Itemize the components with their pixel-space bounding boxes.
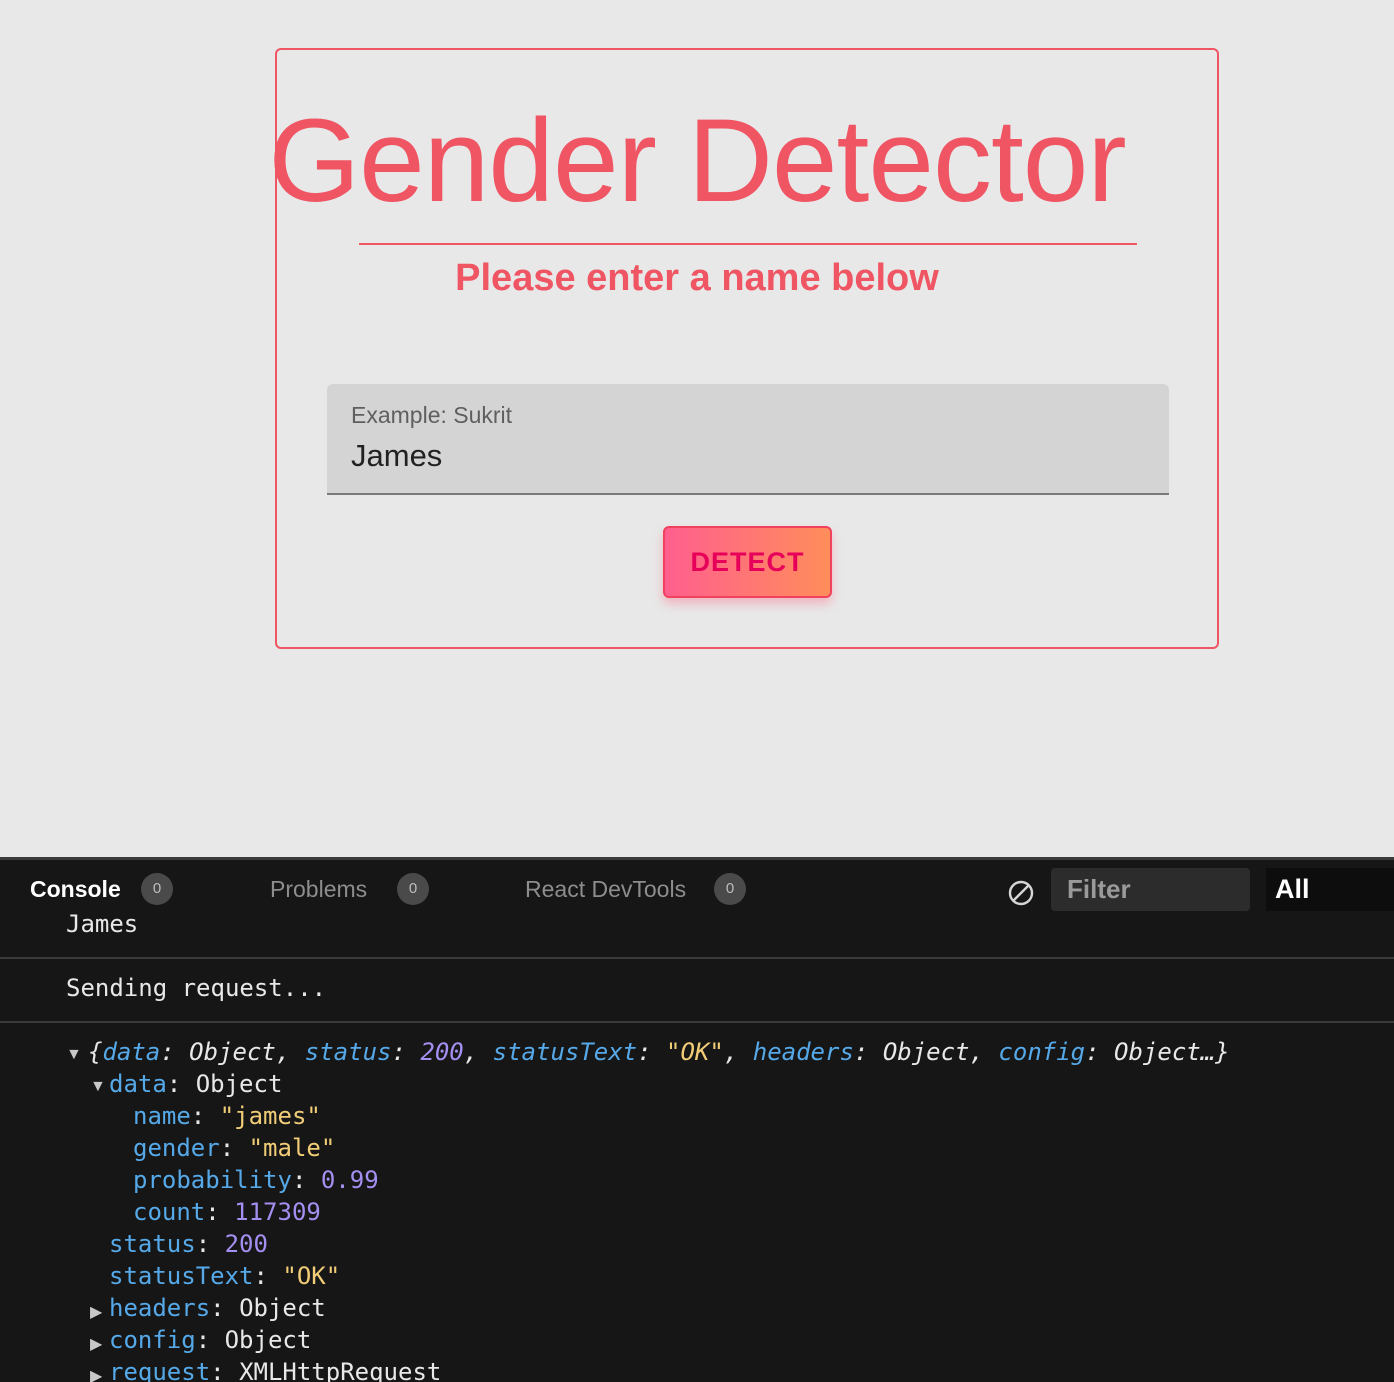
expand-caret-icon[interactable]: ▼ bbox=[90, 1078, 106, 1096]
console-log-line: Sending request... bbox=[66, 974, 327, 1002]
devtools-tabbar: Console 0 Problems 0 React DevTools 0 Al… bbox=[0, 860, 1394, 920]
log-divider bbox=[0, 1021, 1394, 1023]
tree-prop-statustext: statusText: "OK" bbox=[109, 1262, 341, 1290]
name-input[interactable] bbox=[349, 436, 1143, 476]
tree-prop-probability: probability: 0.99 bbox=[133, 1166, 379, 1194]
name-field[interactable]: Example: Sukrit bbox=[327, 384, 1169, 495]
tree-node-config[interactable]: config: Object bbox=[109, 1324, 311, 1356]
problems-count-badge: 0 bbox=[397, 873, 429, 905]
page-subtitle: Please enter a name below bbox=[455, 257, 939, 299]
page-title: Gender Detector bbox=[268, 95, 1126, 227]
tree-prop-name: name: "james" bbox=[133, 1102, 321, 1130]
clear-console-icon[interactable] bbox=[1006, 878, 1036, 908]
console-count-badge: 0 bbox=[141, 873, 173, 905]
tree-prop-status: status: 200 bbox=[109, 1230, 268, 1258]
title-underline bbox=[359, 243, 1137, 245]
tree-prop-gender: gender: "male" bbox=[133, 1134, 336, 1162]
collapse-caret-icon[interactable]: ▶ bbox=[90, 1366, 102, 1382]
log-divider bbox=[0, 957, 1394, 959]
console-log-line: James bbox=[66, 910, 139, 938]
tree-node-data[interactable]: data: Object bbox=[109, 1068, 282, 1100]
tab-console[interactable]: Console bbox=[30, 876, 121, 903]
tree-node-request[interactable]: request: XMLHttpRequest bbox=[109, 1356, 441, 1382]
collapse-caret-icon[interactable]: ▶ bbox=[90, 1334, 102, 1354]
tree-prop-count: count: 117309 bbox=[133, 1198, 321, 1226]
collapse-caret-icon[interactable]: ▶ bbox=[90, 1302, 102, 1322]
tab-problems[interactable]: Problems bbox=[270, 876, 367, 903]
react-devtools-count-badge: 0 bbox=[714, 873, 746, 905]
app-viewport: Gender Detector Please enter a name belo… bbox=[0, 0, 1394, 857]
name-field-label: Example: Sukrit bbox=[351, 402, 513, 428]
filter-input[interactable] bbox=[1051, 868, 1250, 911]
devtools-panel: Console 0 Problems 0 React DevTools 0 Al… bbox=[0, 857, 1394, 1382]
expand-caret-icon[interactable]: ▼ bbox=[66, 1046, 82, 1064]
detect-button[interactable]: DETECT bbox=[663, 526, 832, 598]
object-summary[interactable]: {data: Object, status: 200, statusText: … bbox=[88, 1036, 1230, 1068]
tree-node-headers[interactable]: headers: Object bbox=[109, 1292, 326, 1324]
log-level-select[interactable]: All bbox=[1266, 868, 1394, 911]
tab-react-devtools[interactable]: React DevTools bbox=[525, 876, 686, 903]
